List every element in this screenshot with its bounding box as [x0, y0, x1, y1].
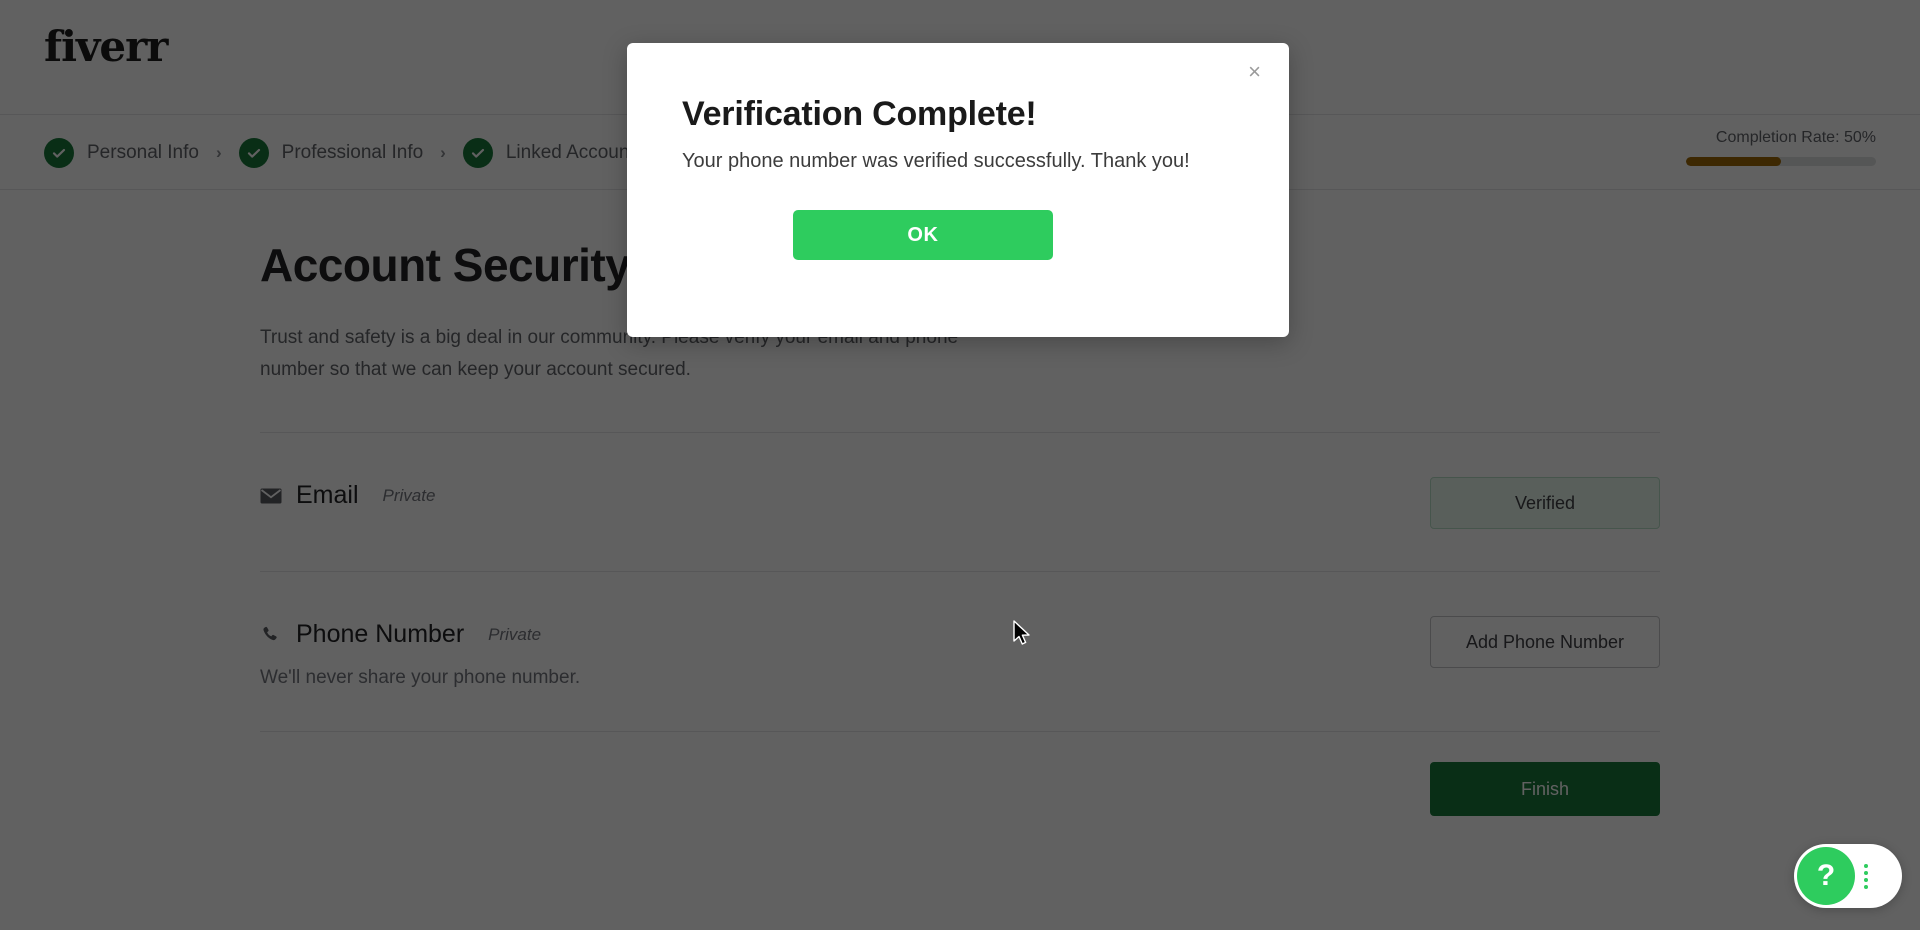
- dot-1: [1864, 863, 1868, 868]
- help-widget[interactable]: ?: [1794, 844, 1902, 908]
- dialog-message: Your phone number was verified successfu…: [682, 150, 1190, 172]
- dialog-ok-button[interactable]: OK: [793, 210, 1053, 260]
- page-root: fiverr Personal Info › Professional Info: [0, 0, 1920, 930]
- dot-3: [1864, 877, 1868, 882]
- question-mark-icon[interactable]: ?: [1797, 847, 1855, 905]
- dot-4: [1864, 884, 1868, 889]
- verification-complete-dialog: × Verification Complete! Your phone numb…: [627, 43, 1289, 337]
- close-icon[interactable]: ×: [1242, 55, 1267, 89]
- vertical-dots-icon[interactable]: [1864, 863, 1868, 889]
- dialog-title: Verification Complete!: [682, 95, 1037, 133]
- dot-2: [1864, 870, 1868, 875]
